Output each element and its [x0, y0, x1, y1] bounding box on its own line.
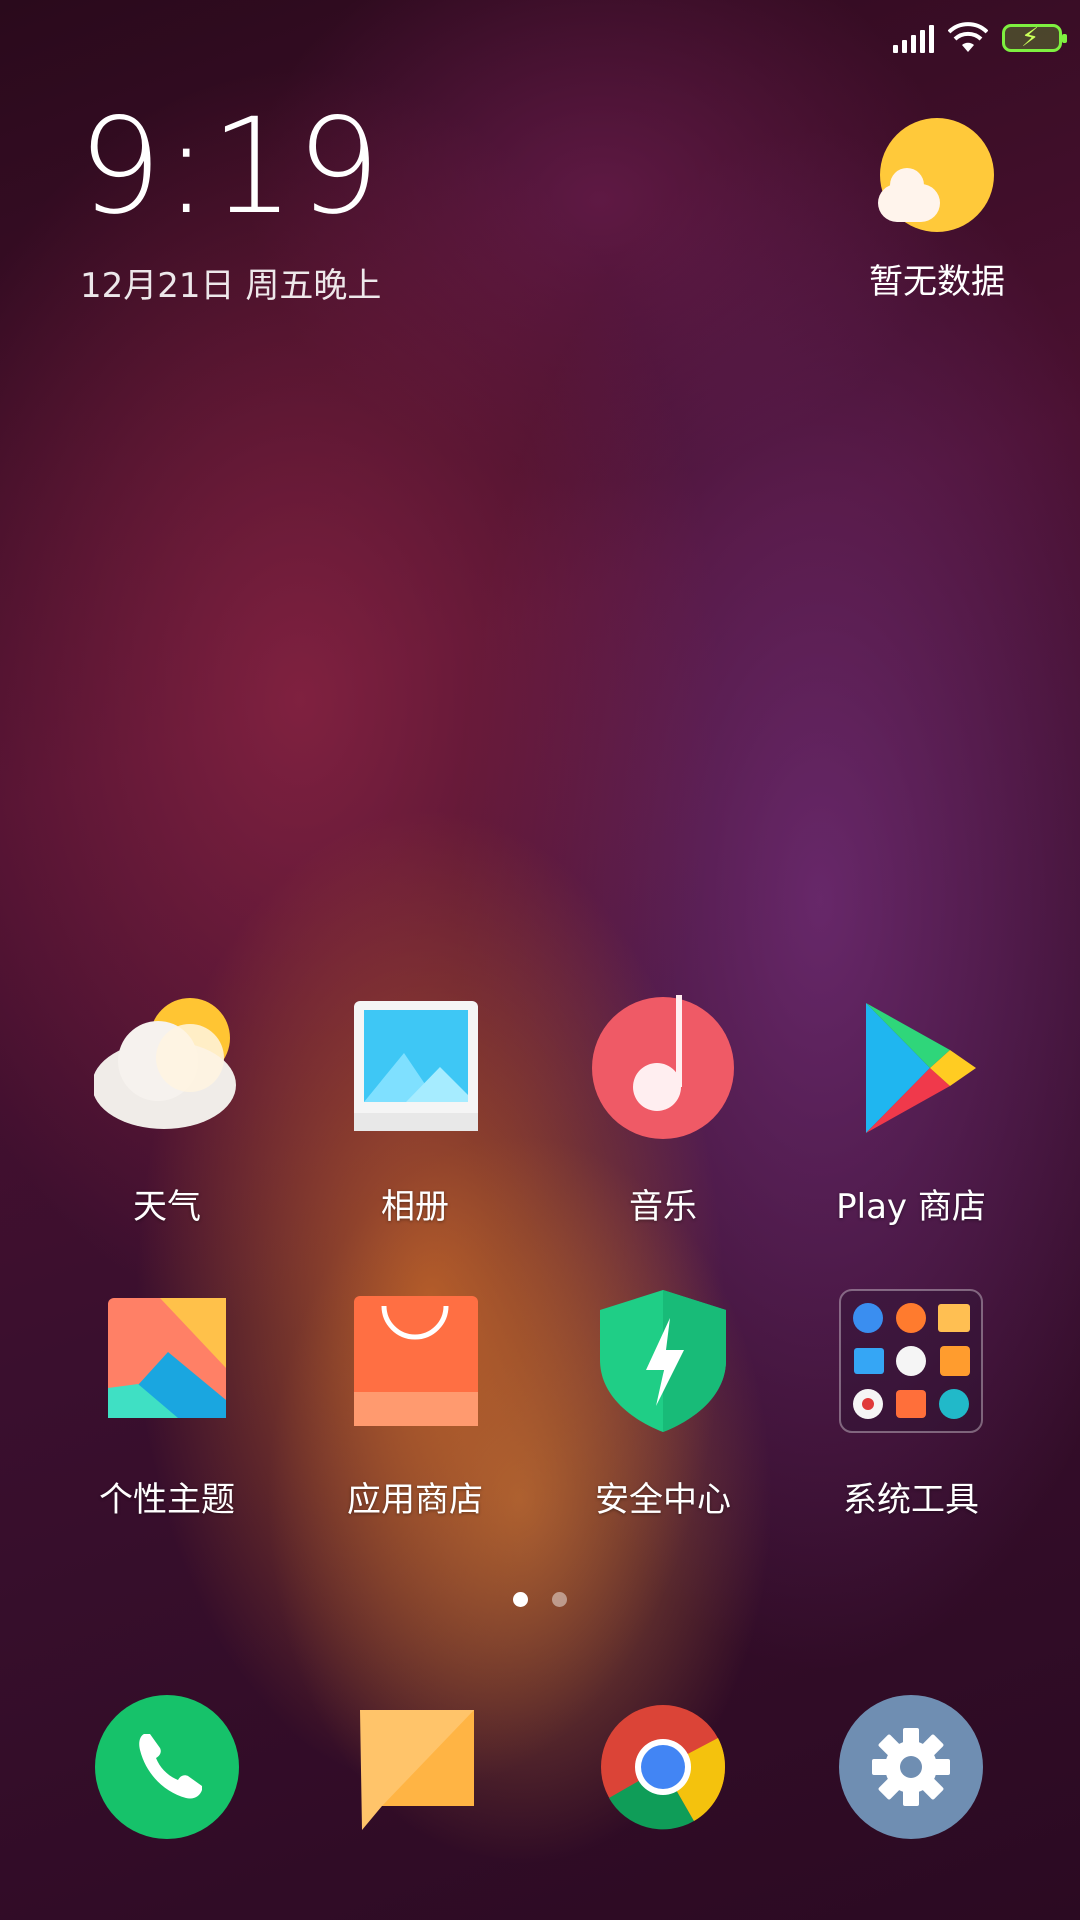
page-dot-active — [513, 1592, 528, 1607]
clock-time[interactable]: 9:19 — [78, 101, 382, 233]
messages-icon — [360, 1710, 474, 1830]
page-dot — [552, 1592, 567, 1607]
weather-status: 暂无数据 — [869, 262, 1005, 302]
signal-icon — [893, 23, 934, 53]
settings-icon — [839, 1695, 983, 1839]
gallery-icon — [342, 995, 488, 1141]
weather-widget[interactable]: 暂无数据 — [862, 118, 1012, 303]
app-label: Play 商店 — [836, 1187, 986, 1227]
app-label: 相册 — [381, 1187, 449, 1227]
weather-icon — [92, 995, 240, 1141]
dock-phone[interactable] — [94, 1694, 240, 1840]
clock-date[interactable]: 12月21日 周五晚上 — [80, 258, 381, 307]
music-icon — [590, 995, 736, 1141]
app-store-icon — [342, 1288, 488, 1434]
status-bar: ⚡ — [893, 18, 1067, 58]
app-weather[interactable]: 天气 — [67, 995, 267, 1228]
app-label: 个性主题 — [99, 1480, 235, 1520]
app-app-store[interactable]: 应用商店 — [315, 1288, 515, 1521]
page-indicator[interactable] — [0, 1592, 1080, 1607]
security-icon — [590, 1288, 736, 1434]
app-label: 应用商店 — [347, 1480, 483, 1520]
system-tools-folder-icon — [838, 1288, 984, 1434]
dock-messages[interactable] — [342, 1694, 488, 1840]
app-label: 天气 — [133, 1187, 201, 1227]
battery-charging-icon: ⚡ — [1002, 23, 1067, 53]
app-label: 安全中心 — [595, 1480, 731, 1520]
sun-cloud-icon — [878, 118, 994, 232]
app-label: 系统工具 — [843, 1480, 979, 1520]
app-themes[interactable]: 个性主题 — [67, 1288, 267, 1521]
app-gallery[interactable]: 相册 — [315, 995, 515, 1228]
phone-icon — [95, 1695, 239, 1839]
app-label: 音乐 — [629, 1187, 697, 1227]
wifi-icon — [948, 22, 988, 52]
dock-chrome[interactable] — [590, 1694, 736, 1840]
play-store-icon — [838, 995, 984, 1141]
folder-system-tools[interactable]: 系统工具 — [811, 1288, 1011, 1521]
app-play-store[interactable]: Play 商店 — [811, 995, 1011, 1228]
dock-settings[interactable] — [838, 1694, 984, 1840]
chrome-icon — [601, 1705, 726, 1830]
app-security[interactable]: 安全中心 — [563, 1288, 763, 1521]
app-music[interactable]: 音乐 — [563, 995, 763, 1228]
themes-icon — [94, 1288, 240, 1434]
